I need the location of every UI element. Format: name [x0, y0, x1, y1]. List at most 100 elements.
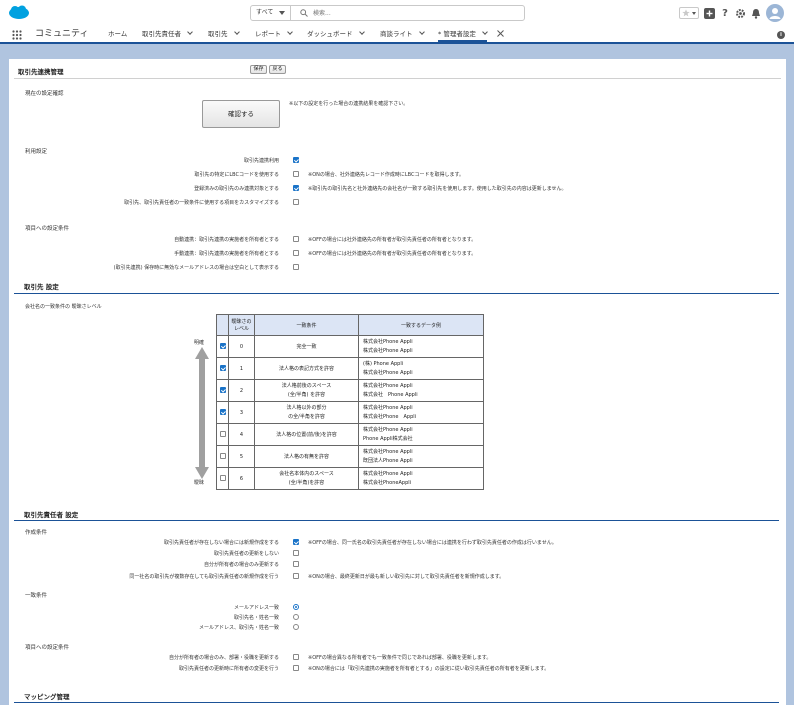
create-condition-label: 取引先責任者の更新をしない	[213, 551, 279, 557]
match-example: 株式会社Phone Appli 株式会社 Phone Appli	[358, 379, 484, 402]
match-condition: 会社名本体内のスペース (全/半角)を許容	[254, 467, 359, 490]
setup-button[interactable]	[735, 8, 746, 19]
app-launcher-icon[interactable]	[12, 30, 22, 40]
tab-reports[interactable]: レポート	[255, 26, 293, 42]
match-condition: 法人格前後のスペース (全/半角) を許容	[254, 379, 359, 402]
app-name: コミュニティ	[35, 29, 89, 39]
create-if-missing-checkbox[interactable]	[293, 539, 299, 545]
header-icons: ?	[674, 4, 784, 22]
no-update-checkbox[interactable]	[293, 550, 299, 556]
create-condition-label: 同一社名の取引先が複数存在しても取引先責任者の新規作成を行う	[129, 574, 279, 580]
help-button[interactable]: ?	[720, 8, 730, 19]
notifications-button[interactable]	[751, 8, 761, 19]
avatar[interactable]	[766, 4, 784, 22]
level-checkbox[interactable]	[219, 387, 226, 394]
divider	[14, 78, 781, 79]
main-content: 取引先連携管理 保存 戻る 現在の設定確認 確認する ※以下の設定を行った場合の…	[9, 59, 786, 705]
chevron-down-icon[interactable]	[187, 29, 193, 35]
tab-dashboards[interactable]: ダッシュボード	[307, 26, 365, 42]
level-checkbox[interactable]	[219, 409, 226, 416]
chevron-down-icon[interactable]	[358, 29, 365, 35]
match-condition: 完全一致	[254, 335, 359, 358]
level-value: 5	[228, 445, 255, 468]
condition-line: 法人格の位置(前/後)を許容	[276, 432, 337, 438]
match-example: 株式会社Phone Appli 株式会社Phone Appli	[358, 401, 484, 424]
match-example: 株式会社Phone Appli 株式会社PhoneAppli	[358, 467, 484, 490]
usage-label: 取引先連携利用	[243, 158, 279, 164]
favorites-button[interactable]	[679, 7, 699, 19]
level-value: 6	[228, 467, 255, 490]
level-checkbox[interactable]	[219, 475, 226, 482]
condition-line: (全/半角)を許容	[288, 479, 325, 486]
usage-label: 取引先、取引先責任者の一致条件に使用する項目をカスタマイズする	[124, 200, 279, 206]
save-button[interactable]: 保存	[250, 65, 267, 74]
chevron-down-icon[interactable]	[287, 29, 293, 35]
tab-label: 商談ライト	[380, 30, 413, 38]
manual-link-owner-checkbox[interactable]	[293, 250, 299, 256]
tab-opportunity-lite[interactable]: 商談ライト	[380, 26, 425, 42]
condition-line: 法人格以外の部分	[286, 404, 327, 411]
match-condition: 法人格の有無を許容	[254, 445, 359, 468]
usage-checkbox-lbc-code[interactable]	[293, 171, 299, 177]
tab-accounts[interactable]: 取引先	[208, 26, 240, 42]
level-checkbox[interactable]	[219, 343, 226, 350]
usage-checkbox-account-link[interactable]	[293, 157, 299, 163]
section-divider	[14, 702, 779, 703]
update-own-only-checkbox[interactable]	[293, 561, 299, 567]
contact-field-settings-heading: 項目への設定条件	[25, 645, 70, 651]
page-title: 取引先連携管理	[18, 68, 64, 76]
search-input[interactable]	[313, 7, 513, 19]
example-line: 株式会社Phone Appli	[363, 426, 413, 433]
level-value: 1	[228, 357, 255, 380]
match-account-name-radio[interactable]	[293, 614, 299, 620]
condition-line: の全/半角を許容	[288, 413, 325, 420]
match-example: 株式会社Phone Appli 既団法人Phone Appli	[358, 445, 484, 468]
invalid-email-blank-checkbox[interactable]	[293, 264, 299, 270]
match-conditions-heading: 一致条件	[25, 593, 48, 599]
close-tab-icon[interactable]	[497, 30, 504, 37]
update-dept-title-own-checkbox[interactable]	[293, 654, 299, 660]
user-avatar-icon	[769, 8, 781, 19]
level-checkbox[interactable]	[219, 365, 226, 372]
table-row: 1 法人格の表記方式を許容 (株) Phone Appli 株式会社Phone A…	[216, 357, 484, 380]
chevron-down-icon[interactable]	[233, 29, 240, 35]
match-email-radio[interactable]	[293, 604, 299, 610]
tab-label: ホーム	[108, 30, 128, 38]
chevron-down-icon[interactable]	[481, 29, 488, 35]
create-with-duplicates-checkbox[interactable]	[293, 573, 299, 579]
info-icon[interactable]: i	[777, 31, 785, 39]
confirm-button[interactable]: 確認する	[202, 100, 280, 128]
match-example: 株式会社Phone Appli Phone Appli株式会社	[358, 423, 484, 446]
example-line: 株式会社PhoneAppli	[363, 479, 412, 486]
example-line: 株式会社Phone Appli	[363, 382, 413, 389]
tab-admin-settings[interactable]: * 管理者設定	[438, 26, 488, 42]
match-condition: 法人格の表記方式を許容	[254, 357, 359, 380]
tab-label: 取引先責任者	[142, 30, 181, 38]
tab-label: レポート	[255, 30, 281, 38]
condition-line: 完全一致	[296, 344, 317, 350]
global-actions-button[interactable]	[704, 7, 715, 19]
search-scope-select[interactable]: すべて	[251, 6, 291, 20]
level-value: 3	[228, 401, 255, 424]
table-header-row: 曖昧さのレベル 一致条件 一致するデータ例	[216, 314, 484, 336]
chevron-down-icon[interactable]	[418, 29, 425, 35]
tab-contacts[interactable]: 取引先責任者	[142, 26, 193, 42]
auto-link-owner-checkbox[interactable]	[293, 236, 299, 242]
back-button[interactable]: 戻る	[269, 65, 286, 74]
salesforce-logo-icon[interactable]	[8, 5, 30, 20]
level-checkbox[interactable]	[219, 431, 226, 438]
level-checkbox[interactable]	[219, 453, 226, 460]
example-line: 既団法人Phone Appli	[363, 457, 413, 464]
match-email-account-name-radio[interactable]	[293, 624, 299, 630]
tab-home[interactable]: ホーム	[108, 26, 127, 42]
create-conditions-heading: 作成条件	[25, 530, 48, 536]
change-owner-on-update-checkbox[interactable]	[293, 665, 299, 671]
plus-icon	[706, 10, 713, 16]
field-settings-note: ※OFFの場合には社外連絡先の所有者が取引先責任者の所有者となります。	[308, 251, 477, 257]
usage-checkbox-customize-fields[interactable]	[293, 199, 299, 205]
usage-note: ※ONの場合、社外連絡先レコード作成時にLBCコードを取得します。	[308, 172, 464, 178]
usage-checkbox-registered-only[interactable]	[293, 185, 299, 191]
condition-line: 法人格の表記方式を許容	[278, 366, 334, 372]
table-header-check	[216, 314, 229, 336]
match-option-label: メールアドレス、取引先・姓名一致	[198, 625, 279, 631]
